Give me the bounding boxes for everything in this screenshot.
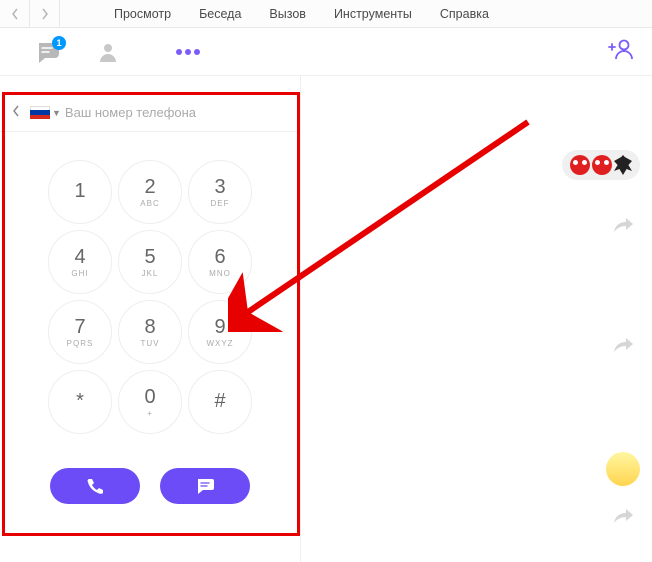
key-5-digit: 5 (144, 247, 155, 267)
key-0[interactable]: 0+ (118, 370, 182, 434)
collapse-icon[interactable] (8, 105, 24, 120)
key-star[interactable]: * (48, 370, 112, 434)
phone-number-input[interactable] (65, 105, 292, 120)
key-2-digit: 2 (144, 177, 155, 197)
tab-contacts[interactable] (78, 41, 138, 63)
tab-chats[interactable]: 1 (18, 40, 78, 64)
key-7-digit: 7 (74, 317, 85, 337)
spiderman-sticker-icon (570, 155, 590, 175)
menu-call[interactable]: Вызов (255, 0, 320, 28)
dialpad-panel: ▼ 1 2 ABC 3 DEF 4 GHI 5 JKL 6 MNO 7 PQRS 8 TUV … (0, 76, 300, 562)
key-3-letters: DEF (211, 199, 230, 208)
nav-back-button[interactable] (0, 0, 30, 28)
key-star-digit: * (76, 391, 84, 411)
add-contact-button[interactable] (608, 38, 634, 65)
menu-tools[interactable]: Инструменты (320, 0, 426, 28)
main-menu: Просмотр Беседа Вызов Инструменты Справк… (60, 0, 503, 28)
tab-bar: 1 (0, 28, 652, 76)
dial-actions (0, 468, 300, 504)
menu-view[interactable]: Просмотр (100, 0, 185, 28)
key-4-digit: 4 (74, 247, 85, 267)
main-area: ▼ 1 2 ABC 3 DEF 4 GHI 5 JKL 6 MNO 7 PQRS 8 TUV … (0, 76, 652, 562)
forward-icon[interactable] (614, 216, 634, 237)
key-9[interactable]: 9 WXYZ (188, 300, 252, 364)
key-2[interactable]: 2 ABC (118, 160, 182, 224)
key-6-digit: 6 (214, 247, 225, 267)
sticker-message[interactable] (562, 150, 640, 180)
key-4-letters: GHI (71, 269, 88, 278)
dial-keypad: 1 2 ABC 3 DEF 4 GHI 5 JKL 6 MNO 7 PQRS 8 TUV 9 W… (0, 160, 300, 434)
country-dropdown-icon[interactable]: ▼ (52, 108, 61, 118)
country-flag-russia[interactable] (30, 106, 50, 120)
emoji-message[interactable] (606, 452, 640, 486)
key-0-digit: 0 (144, 387, 155, 407)
forward-icon[interactable] (614, 507, 634, 528)
tab-more[interactable] (158, 48, 218, 56)
key-7-letters: PQRS (67, 339, 94, 348)
phone-icon (86, 477, 104, 495)
key-9-letters: WXYZ (206, 339, 233, 348)
title-bar: Просмотр Беседа Вызов Инструменты Справк… (0, 0, 652, 28)
key-7[interactable]: 7 PQRS (48, 300, 112, 364)
key-8-letters: TUV (141, 339, 160, 348)
key-0-letters: + (147, 409, 153, 418)
key-6-letters: MNO (209, 269, 231, 278)
forward-icon[interactable] (614, 336, 634, 357)
phone-input-row: ▼ (0, 94, 300, 132)
menu-chat[interactable]: Беседа (185, 0, 255, 28)
message-button[interactable] (160, 468, 250, 504)
key-8[interactable]: 8 TUV (118, 300, 182, 364)
key-hash-digit: # (214, 391, 225, 411)
key-3[interactable]: 3 DEF (188, 160, 252, 224)
key-1-digit: 1 (74, 181, 85, 201)
key-9-digit: 9 (214, 317, 225, 337)
key-4[interactable]: 4 GHI (48, 230, 112, 294)
key-3-digit: 3 (214, 177, 225, 197)
spiderman-sticker-icon (592, 155, 612, 175)
key-2-letters: ABC (140, 199, 159, 208)
key-5-letters: JKL (142, 269, 159, 278)
chat-panel (300, 76, 652, 562)
batman-sticker-icon (614, 155, 632, 175)
key-hash[interactable]: # (188, 370, 252, 434)
key-1[interactable]: 1 (48, 160, 112, 224)
call-button[interactable] (50, 468, 140, 504)
menu-help[interactable]: Справка (426, 0, 503, 28)
nav-forward-button[interactable] (30, 0, 60, 28)
message-icon (196, 477, 214, 495)
key-5[interactable]: 5 JKL (118, 230, 182, 294)
key-8-digit: 8 (144, 317, 155, 337)
unread-badge: 1 (52, 36, 66, 50)
key-6[interactable]: 6 MNO (188, 230, 252, 294)
